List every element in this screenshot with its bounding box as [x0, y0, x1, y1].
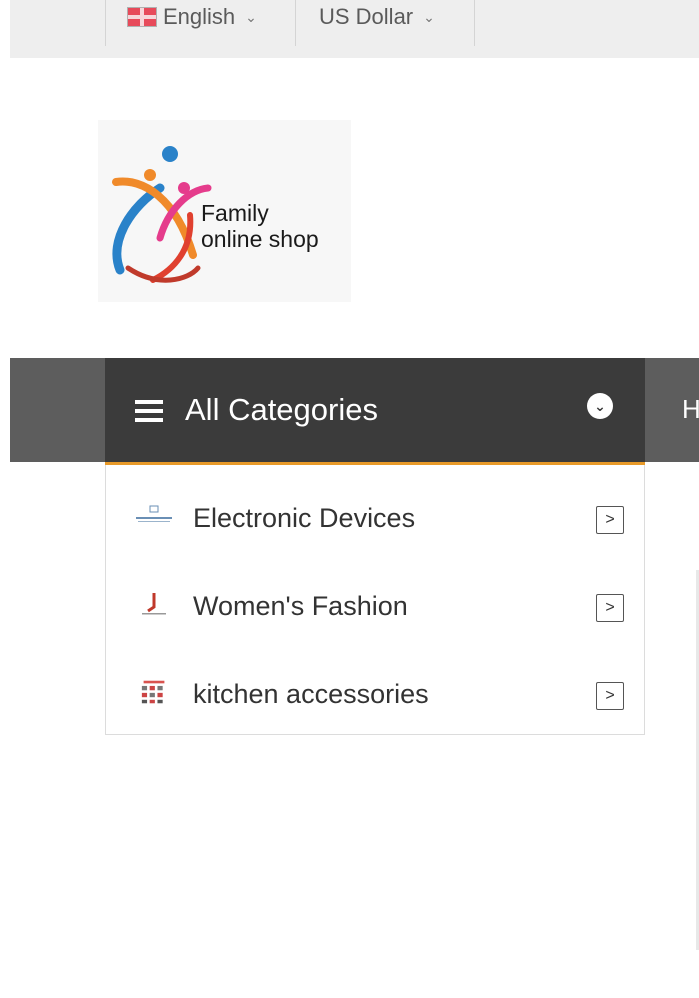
chevron-down-icon: ⌄ [423, 8, 435, 25]
chevron-down-circle-icon[interactable]: ⌄ [587, 393, 613, 419]
chevron-right-icon[interactable]: > [596, 682, 624, 710]
logo-text-family: Family [201, 200, 269, 226]
site-logo[interactable]: Family online shop [98, 120, 351, 302]
nav-item-partial[interactable]: H [682, 394, 699, 425]
all-categories-label: All Categories [185, 392, 378, 427]
category-dropdown: Electronic Devices > Women's Fashion > k… [105, 465, 645, 735]
kitchen-thumb-icon [141, 680, 165, 704]
category-label: Electronic Devices [193, 503, 416, 533]
category-item-womens-fashion[interactable]: Women's Fashion > [106, 559, 644, 647]
category-item-kitchen-accessories[interactable]: kitchen accessories > [106, 647, 644, 735]
fashion-thumb-icon [142, 593, 166, 615]
chevron-down-icon: ⌄ [245, 8, 257, 25]
chevron-right-icon[interactable]: > [596, 506, 624, 534]
currency-label: US Dollar [319, 4, 414, 29]
all-categories-toggle[interactable]: All Categories ⌄ [105, 358, 645, 465]
logo-text-online-shop: online shop [201, 226, 319, 252]
category-label: Women's Fashion [193, 591, 408, 621]
electronics-thumb-icon [136, 505, 172, 522]
currency-selector[interactable]: US Dollar ⌄ [297, 0, 475, 46]
chevron-right-icon[interactable]: > [596, 594, 624, 622]
category-item-electronic-devices[interactable]: Electronic Devices > [106, 471, 644, 559]
top-bar: English ⌄ US Dollar ⌄ [10, 0, 699, 58]
language-selector[interactable]: English ⌄ [105, 0, 296, 46]
uk-flag-icon [127, 7, 157, 27]
category-label: kitchen accessories [193, 679, 429, 709]
hamburger-icon [135, 400, 163, 422]
language-label: English [163, 4, 236, 29]
